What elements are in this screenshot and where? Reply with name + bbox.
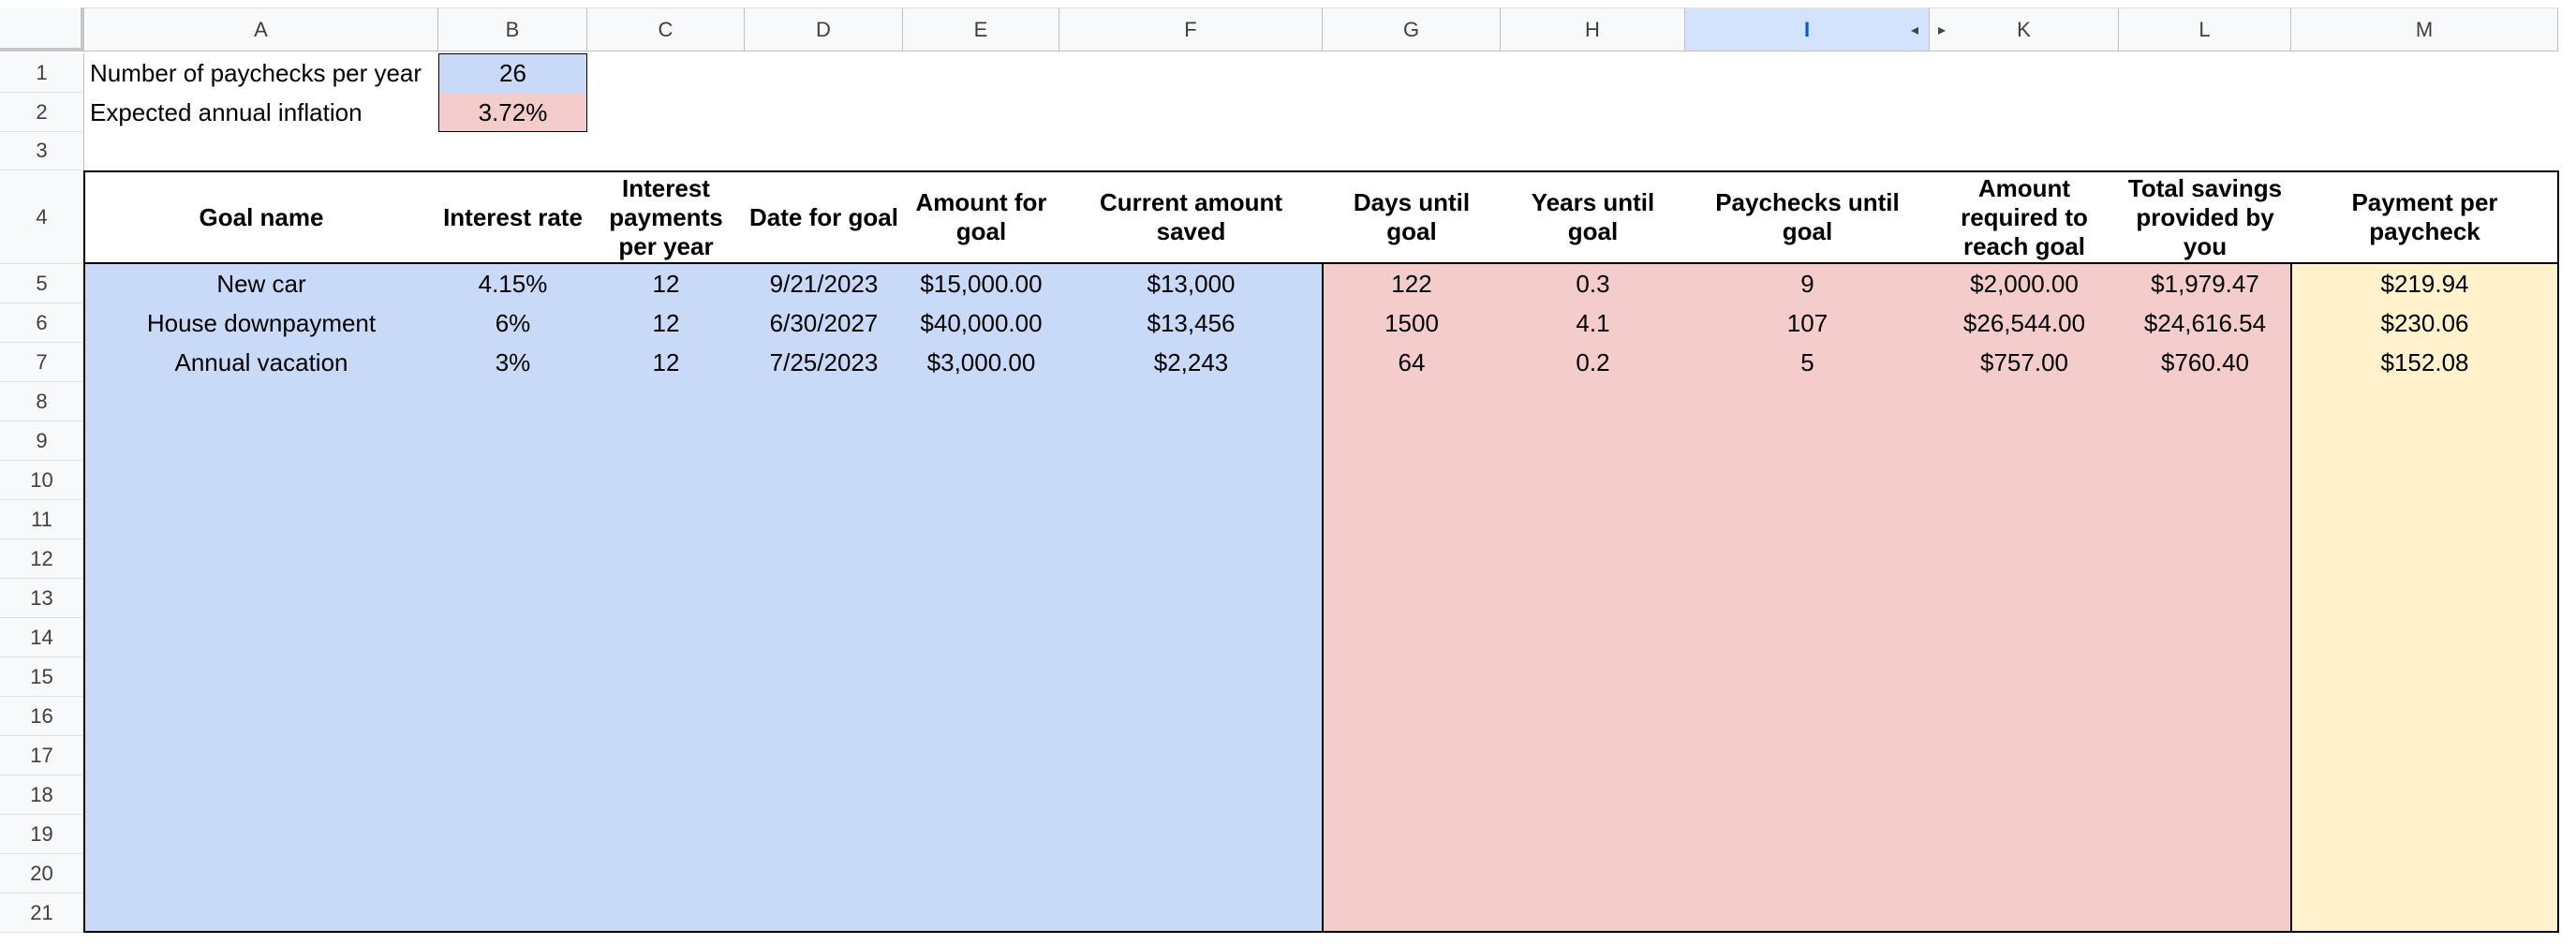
table-header-cell[interactable]: Days until goal — [1323, 172, 1501, 262]
table-cell[interactable]: 9/21/2023 — [745, 264, 903, 303]
row-header-11[interactable]: 11 — [0, 500, 84, 539]
table-header-cell[interactable]: Paychecks until goal — [1685, 172, 1930, 262]
table-cell[interactable]: 107 — [1685, 303, 1930, 343]
table-header-cell[interactable]: Amount required to reach goal — [1930, 172, 2119, 262]
table-cell[interactable]: 4.15% — [438, 264, 587, 303]
table-cell[interactable]: 6/30/2027 — [745, 303, 903, 343]
table-cell[interactable]: $152.08 — [2291, 343, 2558, 382]
row-header-18[interactable]: 18 — [0, 775, 84, 815]
table-cell[interactable]: Annual vacation — [84, 343, 438, 382]
table-header-cell[interactable]: Payment per paycheck — [2291, 172, 2558, 262]
table-cell[interactable]: $2,243 — [1059, 343, 1323, 382]
row-header-4[interactable]: 4 — [0, 170, 84, 264]
row-header-13[interactable]: 13 — [0, 579, 84, 618]
table-cell[interactable]: 12 — [587, 343, 745, 382]
row-header-16[interactable]: 16 — [0, 697, 84, 736]
table-left-border — [83, 170, 85, 933]
column-header-e[interactable]: E — [903, 7, 1059, 52]
hidden-column-left-arrow-icon[interactable]: ◂ — [1911, 21, 1918, 39]
row-header-7[interactable]: 7 — [0, 343, 84, 382]
table-cell[interactable]: $2,000.00 — [1930, 264, 2119, 303]
row-header-5[interactable]: 5 — [0, 264, 84, 303]
column-header-b[interactable]: B — [438, 7, 587, 52]
table-cell[interactable]: $13,456 — [1059, 303, 1323, 343]
column-header-f[interactable]: F — [1059, 7, 1323, 52]
table-cell[interactable]: 6% — [438, 303, 587, 343]
table-cell[interactable]: $24,616.54 — [2119, 303, 2291, 343]
table-cell[interactable]: 122 — [1323, 264, 1501, 303]
table-cell[interactable]: 9 — [1685, 264, 1930, 303]
table-cell[interactable]: $40,000.00 — [903, 303, 1059, 343]
row-header-10[interactable]: 10 — [0, 461, 84, 500]
table-header-cell[interactable]: Goal name — [84, 172, 438, 262]
column-header-d[interactable]: D — [745, 7, 903, 52]
calc-result-divider — [2290, 264, 2292, 933]
row-header-8[interactable]: 8 — [0, 382, 84, 421]
table-top-border — [84, 170, 2558, 172]
row-header-9[interactable]: 9 — [0, 421, 84, 461]
row-header-6[interactable]: 6 — [0, 303, 84, 343]
column-header-l[interactable]: L — [2119, 7, 2291, 52]
table-cell[interactable]: $219.94 — [2291, 264, 2558, 303]
row-header-17[interactable]: 17 — [0, 736, 84, 775]
table-header-cell[interactable]: Interest rate — [438, 172, 587, 262]
table-cell[interactable]: 7/25/2023 — [745, 343, 903, 382]
table-cell[interactable]: House downpayment — [84, 303, 438, 343]
table-cell[interactable]: 3% — [438, 343, 587, 382]
row-header-2[interactable]: 2 — [0, 93, 84, 132]
row-header-1[interactable]: 1 — [0, 53, 84, 93]
table-cell[interactable]: $1,979.47 — [2119, 264, 2291, 303]
table-right-border — [2557, 170, 2559, 933]
hidden-column-right-arrow-icon[interactable]: ▸ — [1938, 21, 1946, 39]
table-cell[interactable]: $760.40 — [2119, 343, 2291, 382]
table-cell[interactable]: $757.00 — [1930, 343, 2119, 382]
table-cell[interactable]: $230.06 — [2291, 303, 2558, 343]
table-header-cell[interactable]: Years until goal — [1501, 172, 1685, 262]
table-header-cell[interactable]: Total savings provided by you — [2119, 172, 2291, 262]
inflation-label[interactable]: Expected annual inflation — [84, 93, 438, 132]
row-header-15[interactable]: 15 — [0, 657, 84, 697]
column-header-c[interactable]: C — [587, 7, 745, 52]
table-cell[interactable]: 0.2 — [1501, 343, 1685, 382]
row-header-12[interactable]: 12 — [0, 539, 84, 579]
table-cell[interactable]: $26,544.00 — [1930, 303, 2119, 343]
table-cell[interactable]: 64 — [1323, 343, 1501, 382]
table-header-cell[interactable]: Interest payments per year — [587, 172, 745, 262]
table-header-cell[interactable]: Current amount saved — [1059, 172, 1323, 262]
row-header-21[interactable]: 21 — [0, 893, 84, 933]
table-cell[interactable]: $3,000.00 — [903, 343, 1059, 382]
spreadsheet-grid[interactable]: A B C D E F G H I K L M ◂ ▸ 1 2 3 4 5 6 7 8 9 10 11 12 13 14 15 16 17… — [0, 0, 2576, 944]
settings-border — [438, 53, 587, 132]
input-calc-divider — [1322, 264, 1324, 933]
column-header-k[interactable]: K — [1930, 7, 2119, 52]
column-header-g[interactable]: G — [1323, 7, 1501, 52]
column-header-m[interactable]: M — [2291, 7, 2558, 52]
table-cell[interactable]: 12 — [587, 264, 745, 303]
table-cell[interactable]: 1500 — [1323, 303, 1501, 343]
paychecks-label[interactable]: Number of paychecks per year — [84, 53, 438, 93]
row-header-3[interactable]: 3 — [0, 132, 84, 170]
column-header-a[interactable]: A — [84, 7, 438, 52]
row-header-14[interactable]: 14 — [0, 618, 84, 657]
column-header-h[interactable]: H — [1501, 7, 1685, 52]
table-header-cell[interactable]: Date for goal — [745, 172, 903, 262]
column-header-i[interactable]: I — [1685, 7, 1930, 52]
table-cell[interactable]: 5 — [1685, 343, 1930, 382]
table-cell[interactable]: 4.1 — [1501, 303, 1685, 343]
table-cell[interactable]: New car — [84, 264, 438, 303]
row-header-19[interactable]: 19 — [0, 815, 84, 854]
table-cell[interactable]: $15,000.00 — [903, 264, 1059, 303]
table-cell[interactable]: 12 — [587, 303, 745, 343]
table-cell[interactable]: 0.3 — [1501, 264, 1685, 303]
select-all-corner[interactable] — [0, 7, 84, 52]
row-header-20[interactable]: 20 — [0, 854, 84, 893]
table-cell[interactable]: $13,000 — [1059, 264, 1323, 303]
table-header-cell[interactable]: Amount for goal — [903, 172, 1059, 262]
